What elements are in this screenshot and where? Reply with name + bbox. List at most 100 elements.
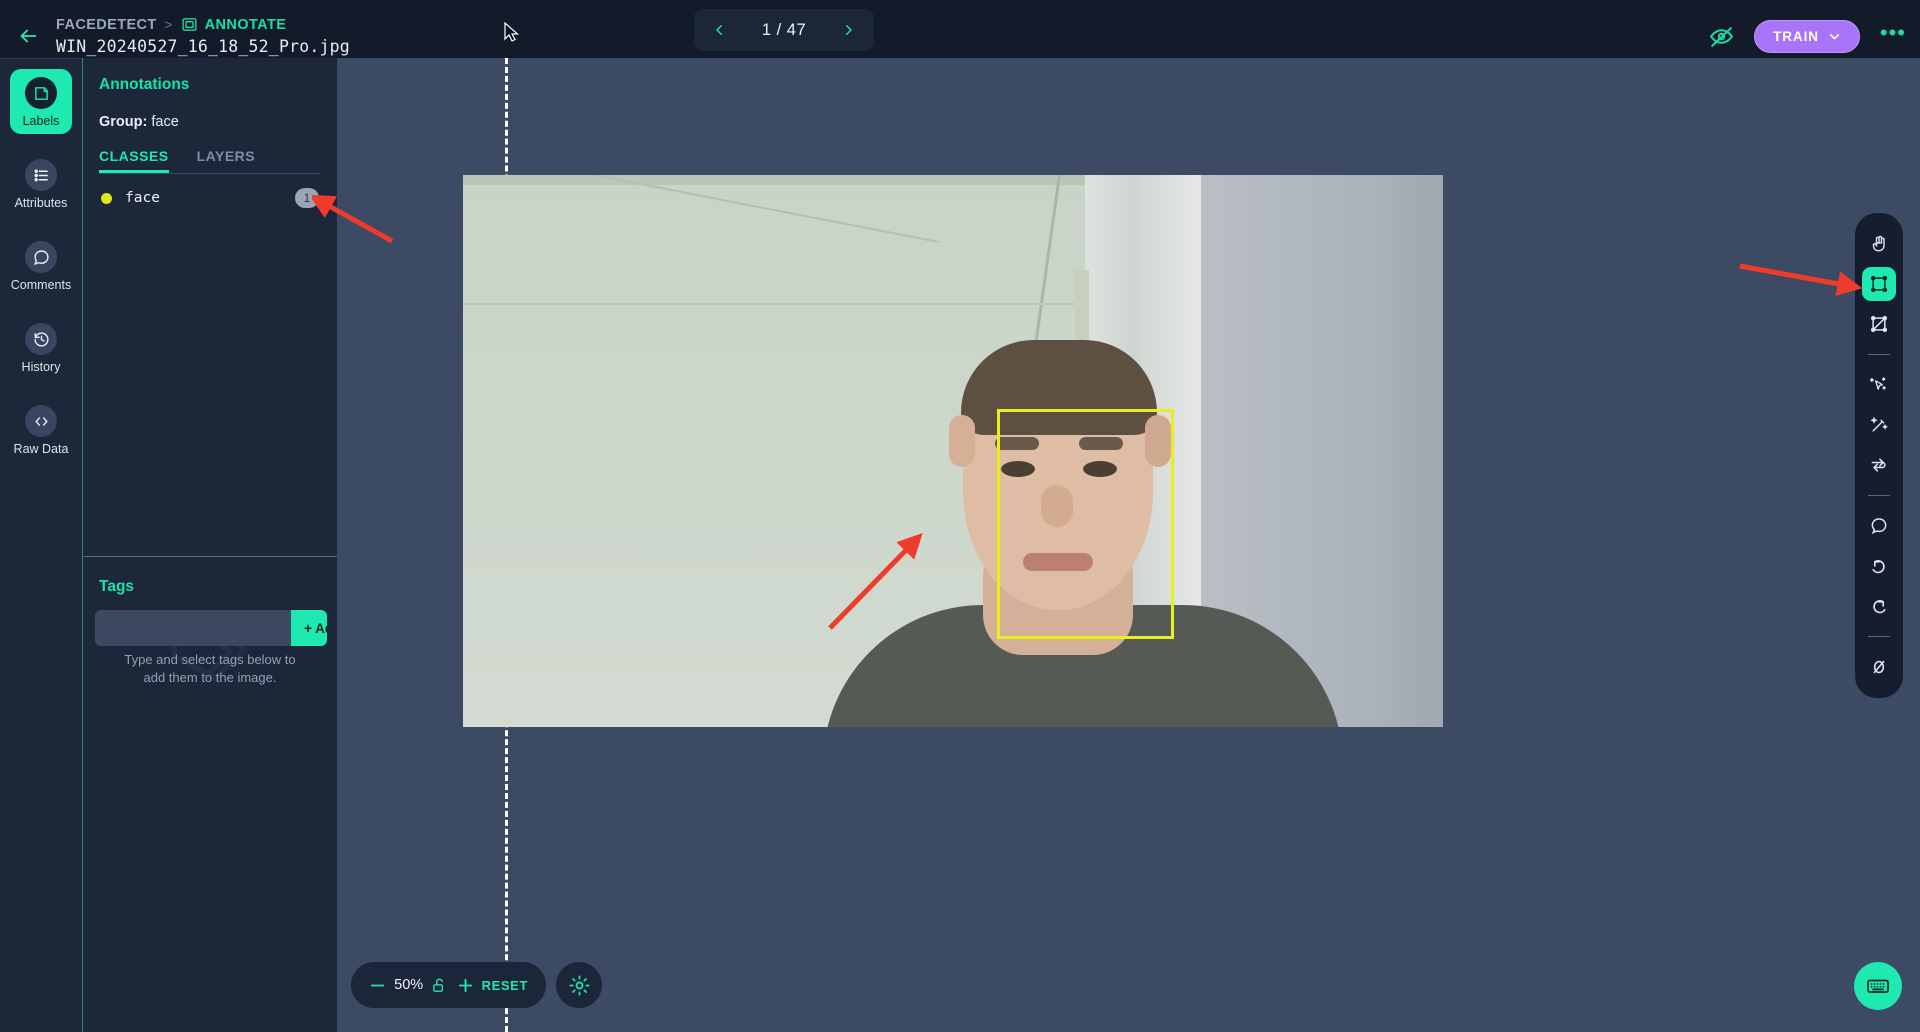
group-row: Group: face [99,114,321,130]
auto-annotate-icon [1871,458,1886,472]
arrow-to-bbox-tool [1739,263,1863,297]
tool-separator-2 [1868,495,1890,496]
polygon-icon [1870,315,1888,333]
tool-redo[interactable] [1862,589,1896,623]
rail-label-history: History [21,360,61,374]
file-name: WIN_20240527_16_18_52_Pro.jpg [56,37,350,56]
ceiling-line-2 [526,175,940,244]
keyboard-icon [1867,979,1889,993]
magic-wand-icon [1870,416,1889,432]
zoom-reset-button[interactable]: RESET [482,978,528,993]
arrow-left-icon [20,29,37,43]
breadcrumb-separator: > [164,17,173,32]
panel-tabs: CLASSES LAYERS [99,148,321,174]
chevron-right-icon [845,24,852,36]
tool-clear[interactable] [1862,650,1896,684]
rail-item-attributes[interactable]: Attributes [10,151,72,216]
pager-label: 1 / 47 [761,20,807,39]
annotate-icon [182,18,197,31]
tool-auto-annotate[interactable] [1862,448,1896,482]
zoom-in-button[interactable] [457,977,474,994]
breadcrumb-project[interactable]: FACEDETECT [56,17,157,33]
breadcrumb: FACEDETECT > ANNOTATE [56,16,350,33]
keyboard-shortcuts-button[interactable] [1854,962,1902,1010]
zoom-toolbar: 50% RESET [351,962,546,1008]
panel-divider [84,556,337,557]
rail-item-labels[interactable]: Labels [10,69,72,134]
tool-comment[interactable] [1862,509,1896,543]
undo-icon [1872,560,1885,574]
zoom-lock-button[interactable] [431,977,448,994]
breadcrumb-current-label: ANNOTATE [204,16,287,33]
rail-item-comments[interactable]: Comments [10,233,72,298]
group-label: Group: [99,114,148,130]
tags-title: Tags [99,578,135,595]
tab-layers[interactable]: LAYERS [197,148,256,173]
class-name: face [125,190,160,206]
tags-empty-subtitle: Type and select tags below to add them t… [124,652,296,685]
tag-input[interactable] [95,610,291,647]
add-tag-button[interactable]: + Add Tag [291,610,327,647]
tool-separator-3 [1868,636,1890,637]
tool-magic-select[interactable] [1862,368,1896,402]
rail-item-history[interactable]: History [10,315,72,380]
comment-icon [25,241,57,273]
hide-annotations-button[interactable] [1709,24,1734,49]
wall-line [463,303,1103,305]
tool-hand-pan[interactable] [1862,227,1896,261]
label-note-icon [25,77,57,109]
mouse-cursor-icon [504,22,520,42]
hand-pan-icon [1872,235,1885,252]
class-row-face[interactable]: face 1 [99,174,321,222]
brightness-icon [569,975,589,995]
annotated-image[interactable] [463,175,1443,727]
tool-bounding-box[interactable] [1862,267,1896,301]
comment-icon [1871,518,1887,535]
clear-icon [1873,660,1885,674]
annotation-app: FACEDETECT > ANNOTATE WIN_20240527_16_18… [0,0,1920,1032]
annotations-title: Annotations [99,76,190,93]
rail-label-attributes: Attributes [14,196,68,210]
tool-separator-1 [1868,354,1890,355]
left-rail: Labels Attributes Comments History Raw D… [0,58,82,1032]
class-color-dot [101,192,112,204]
rail-item-raw-data[interactable]: Raw Data [10,397,72,462]
person-ear-left [949,415,975,467]
labels-panel: Annotations Group: face CLASSES LAYERS f… [82,58,337,1032]
eye-off-icon [1710,26,1734,47]
tags-section: Tags No Tags Applied Type and select tag… [83,558,337,686]
image-pager: 1 / 47 [694,9,874,51]
annotations-section: Annotations Group: face CLASSES LAYERS f… [83,58,337,222]
tab-classes[interactable]: CLASSES [99,148,169,173]
next-image-button[interactable] [841,20,856,40]
image-canvas[interactable]: 50% RESET [337,58,1920,1032]
list-icon [25,159,57,191]
tool-polygon[interactable] [1862,307,1896,341]
rail-label-comments: Comments [10,278,72,292]
chevron-left-icon [716,24,723,36]
tool-undo[interactable] [1862,549,1896,583]
train-button[interactable]: TRAIN [1754,19,1860,53]
redo-icon [1873,600,1886,614]
history-icon [25,323,57,355]
code-icon [25,405,57,437]
magic-select-icon [1869,377,1886,390]
train-label: TRAIN [1773,28,1819,44]
tool-rail [1855,213,1903,698]
plus-icon [458,978,472,992]
bounding-box-face[interactable] [997,409,1174,639]
prev-image-button[interactable] [712,20,727,40]
chevron-down-icon [1829,33,1839,39]
tool-magic-wand[interactable] [1862,408,1896,442]
rail-label-raw-data: Raw Data [13,442,69,456]
zoom-level: 50% [394,977,424,993]
zoom-out-button[interactable] [369,977,386,994]
brightness-button[interactable] [556,962,602,1008]
tag-add-row: + Add Tag [95,610,327,647]
unlock-icon [433,978,444,992]
more-options-button[interactable]: ••• [1880,22,1906,50]
class-count-badge: 1 [295,188,319,208]
breadcrumb-current[interactable]: ANNOTATE [181,16,287,33]
ceiling-line-1 [1034,175,1061,344]
group-value: face [151,114,179,130]
